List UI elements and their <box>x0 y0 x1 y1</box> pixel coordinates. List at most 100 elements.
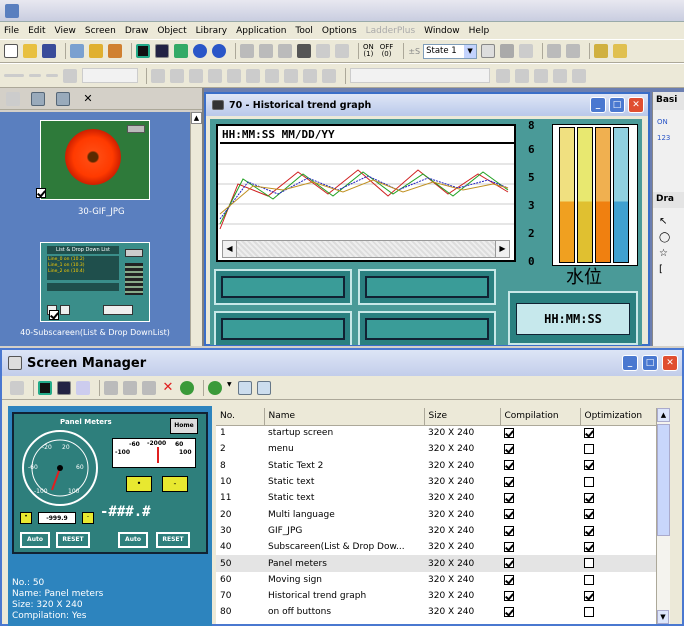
menu-item-tool[interactable]: Tool <box>295 26 312 36</box>
trend-scrollbar[interactable]: ◀ ▶ <box>222 240 510 258</box>
state-select[interactable]: State 1 ▼ <box>423 43 478 59</box>
new-icon[interactable] <box>4 44 18 58</box>
table-row[interactable]: 60 Moving sign 320 X 240 <box>216 572 656 588</box>
weight-icon[interactable] <box>63 68 77 83</box>
table-row[interactable]: 11 Static text 320 X 240 <box>216 490 656 506</box>
refresh-icon[interactable] <box>180 380 194 395</box>
pointer-icon[interactable] <box>10 380 24 395</box>
draw-tools[interactable]: ↖ ◯ ☆[ <box>659 214 678 278</box>
table-row[interactable]: 10 Static text 320 X 240 <box>216 474 656 490</box>
object-on[interactable]: ON <box>657 118 680 126</box>
paste-icon[interactable] <box>278 44 292 58</box>
tool-c-icon[interactable] <box>534 68 548 83</box>
download-icon[interactable] <box>89 44 103 58</box>
scroll-left-icon[interactable]: ◀ <box>223 241 237 257</box>
close-button[interactable]: ✕ <box>628 97 644 113</box>
ungroup-icon[interactable] <box>170 68 184 83</box>
compilation-checkbox[interactable] <box>504 509 514 520</box>
library-icon[interactable] <box>594 44 609 58</box>
align-right-icon[interactable] <box>284 68 298 83</box>
compilation-checkbox[interactable] <box>504 428 514 439</box>
undo-icon[interactable] <box>316 44 330 58</box>
minimize-button[interactable]: _ <box>622 355 638 371</box>
maximize-button[interactable]: □ <box>609 97 625 113</box>
close-icon[interactable]: ✕ <box>81 92 95 106</box>
off-toggle[interactable]: OFF (0) <box>380 44 394 58</box>
back-icon[interactable] <box>193 44 207 58</box>
layer-icon[interactable] <box>189 68 203 83</box>
menu-item-file[interactable]: File <box>4 26 19 36</box>
font-select[interactable] <box>350 68 490 83</box>
screen-black-icon[interactable] <box>38 380 52 395</box>
optimization-checkbox[interactable] <box>584 558 594 569</box>
copy-icon[interactable] <box>259 44 273 58</box>
table-row[interactable]: 1 startup screen 320 X 240 <box>216 425 656 441</box>
object-numeric[interactable]: 123 <box>657 134 680 142</box>
menu-item-help[interactable]: Help <box>469 26 490 36</box>
table-row[interactable]: 8 Static Text 2 320 X 240 <box>216 458 656 474</box>
table-row[interactable]: 2 menu 320 X 240 <box>216 441 656 457</box>
column-header-no[interactable]: No. <box>216 408 265 426</box>
compile-icon[interactable] <box>70 44 84 58</box>
compilation-checkbox[interactable] <box>504 541 514 552</box>
bell-icon[interactable] <box>108 44 122 58</box>
align-icon[interactable] <box>500 44 515 58</box>
line-width-select[interactable] <box>82 68 138 83</box>
tool-b-icon[interactable] <box>515 68 529 83</box>
optimization-checkbox[interactable] <box>584 509 594 520</box>
scroll-down-icon[interactable]: ▼ <box>657 610 669 624</box>
compilation-checkbox[interactable] <box>504 444 514 455</box>
pin-icon[interactable] <box>519 44 534 58</box>
menu-item-screen[interactable]: Screen <box>85 26 116 36</box>
on-toggle[interactable]: ON (1) <box>363 44 374 58</box>
optimization-checkbox[interactable] <box>584 476 594 487</box>
font-a-icon[interactable] <box>303 68 317 83</box>
optimization-checkbox[interactable] <box>584 428 594 439</box>
optimization-checkbox[interactable] <box>584 541 594 552</box>
play-icon[interactable] <box>208 68 222 83</box>
menu-item-ladderplus[interactable]: LadderPlus <box>366 26 416 36</box>
menu-item-object[interactable]: Object <box>157 26 186 36</box>
display-box[interactable] <box>214 311 352 345</box>
cut-icon[interactable] <box>104 380 118 395</box>
minimize-button[interactable]: _ <box>590 97 606 113</box>
column-header-optimization[interactable]: Optimization <box>580 408 657 426</box>
open-icon[interactable] <box>23 44 37 58</box>
scroll-right-icon[interactable]: ▶ <box>495 241 509 257</box>
table-row[interactable]: 30 GIF_JPG 320 X 240 <box>216 523 656 539</box>
scroll-up-icon[interactable]: ▲ <box>657 408 670 422</box>
save-icon[interactable] <box>42 44 56 58</box>
line-icon[interactable] <box>4 74 24 77</box>
scroll-thumb[interactable] <box>657 424 670 536</box>
chevron-down-icon[interactable]: ▼ <box>227 381 233 395</box>
scroll-up-icon[interactable]: ▲ <box>191 112 202 124</box>
optimization-checkbox[interactable] <box>584 574 594 585</box>
menu-item-edit[interactable]: Edit <box>28 26 45 36</box>
format-icon[interactable] <box>246 68 260 83</box>
table-row[interactable]: 50 Panel meters 320 X 240 <box>216 555 656 572</box>
find-icon[interactable] <box>297 44 311 58</box>
optimization-checkbox[interactable] <box>584 525 594 536</box>
compilation-checkbox[interactable] <box>504 574 514 585</box>
delete-icon[interactable]: ✕ <box>161 380 175 395</box>
copy-icon[interactable] <box>123 380 137 395</box>
menu-item-library[interactable]: Library <box>196 26 227 36</box>
arrow-right-icon[interactable] <box>46 74 58 77</box>
cut-icon[interactable] <box>240 44 254 58</box>
compilation-checkbox[interactable] <box>504 476 514 487</box>
screen-window-icon[interactable] <box>155 44 169 58</box>
compilation-checkbox[interactable] <box>504 607 514 618</box>
menu-item-application[interactable]: Application <box>236 26 286 36</box>
table-row[interactable]: 20 Multi language 320 X 240 <box>216 506 656 522</box>
optimization-checkbox[interactable] <box>584 607 594 618</box>
pin-icon[interactable] <box>6 91 20 106</box>
optimization-checkbox[interactable] <box>584 493 594 504</box>
menu-item-draw[interactable]: Draw <box>125 26 149 36</box>
forward-icon[interactable] <box>212 44 226 58</box>
column-header-size[interactable]: Size <box>424 408 501 426</box>
compilation-checkbox[interactable] <box>504 558 514 569</box>
tool-d-icon[interactable] <box>553 68 567 83</box>
compilation-checkbox[interactable] <box>504 460 514 471</box>
close-button[interactable]: ✕ <box>662 355 678 371</box>
thumbnail-checkbox[interactable] <box>48 310 59 320</box>
